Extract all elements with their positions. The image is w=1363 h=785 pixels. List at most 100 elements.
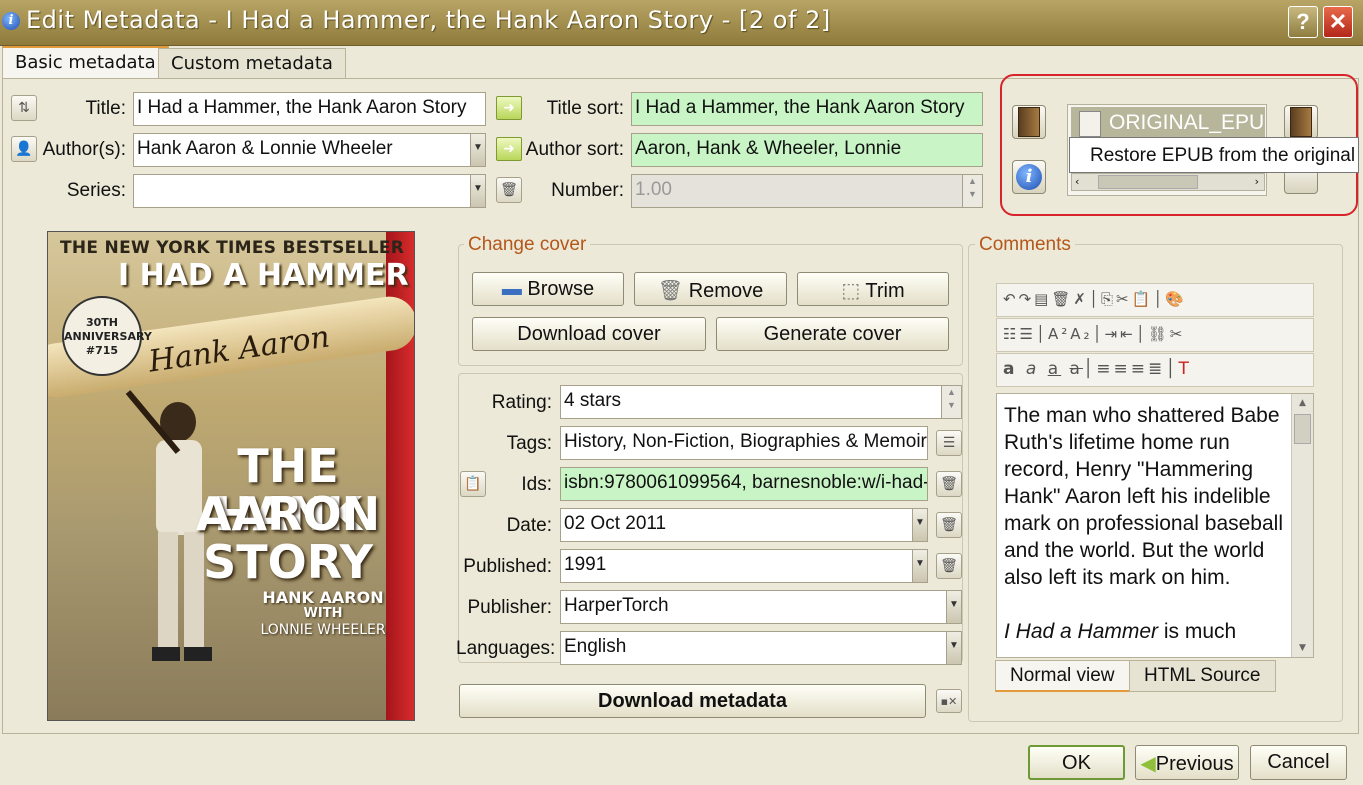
info-app-icon: i — [2, 12, 20, 30]
previous-button[interactable]: ◀Previous — [1135, 745, 1239, 780]
date-label: Date: — [506, 515, 552, 536]
clear-icon[interactable]: 🗑 — [1051, 290, 1073, 308]
trim-cover-button[interactable]: ⬚ Trim — [797, 272, 949, 306]
series-dropdown-icon[interactable]: ▼ — [470, 175, 485, 207]
book-cover-image[interactable]: THE NEW YORK TIMES BESTSELLER I HAD A HA… — [47, 231, 415, 721]
tab-custom-metadata[interactable]: Custom metadata — [158, 48, 346, 80]
numbered-list-icon[interactable]: ☷ — [1003, 325, 1019, 343]
rating-spinbox[interactable]: 4 stars ▲ ▼ — [560, 385, 962, 419]
remove-format-icon[interactable]: ✗ — [1073, 290, 1089, 308]
text-style-icon[interactable]: T — [1178, 359, 1191, 379]
number-spin-arrows-icon[interactable]: ▲ ▼ — [962, 175, 982, 207]
download-metadata-button[interactable]: Download metadata — [459, 684, 926, 718]
insert-link-icon[interactable]: ⛓ — [1148, 325, 1170, 343]
align-left-icon[interactable]: ≡ — [1096, 359, 1113, 379]
format-item-original-epub[interactable]: ORIGINAL_EPUB — [1071, 107, 1265, 141]
clear-date-trash-icon[interactable]: 🗑 — [936, 512, 962, 538]
comments-toolbar-row1[interactable]: ↶↷▤🗑✗│⎘✂📋│🎨 — [996, 283, 1314, 317]
book-icon — [1018, 107, 1040, 137]
align-right-icon[interactable]: ≡ — [1131, 359, 1148, 379]
tag-editor-icon[interactable]: ☰ — [936, 430, 962, 456]
publisher-combo[interactable]: HarperTorch ▼ — [560, 590, 962, 624]
tab-basic-metadata[interactable]: Basic metadata — [2, 46, 169, 80]
set-cover-from-format-button[interactable] — [1012, 105, 1046, 139]
scroll-left-icon[interactable]: ‹ — [1075, 175, 1079, 188]
window-title: Edit Metadata - I Had a Hammer, the Hank… — [26, 6, 831, 34]
languages-dropdown-icon[interactable]: ▼ — [946, 632, 961, 664]
published-dropdown-icon[interactable]: ▼ — [912, 550, 927, 582]
remove-cover-button[interactable]: 🗑 Remove — [634, 272, 787, 306]
author-dropdown-icon[interactable]: ▼ — [470, 134, 485, 166]
scroll-thumb[interactable] — [1098, 175, 1198, 189]
date-dropdown-icon[interactable]: ▼ — [912, 509, 927, 541]
italic-icon[interactable]: a — [1026, 359, 1039, 379]
align-justify-icon[interactable]: ≣ — [1148, 359, 1165, 379]
close-button[interactable]: ✕ — [1323, 6, 1353, 38]
rating-spin-arrows-icon[interactable]: ▲ ▼ — [941, 386, 961, 418]
tab-html-source[interactable]: HTML Source — [1129, 660, 1276, 692]
scroll-up-icon[interactable]: ▲ — [1292, 398, 1313, 408]
remove-link-icon[interactable]: ✂ — [1170, 325, 1186, 343]
bold-icon[interactable]: a — [1003, 359, 1017, 379]
cancel-button[interactable]: Cancel — [1250, 745, 1347, 780]
comments-toolbar-row2[interactable]: ☷☰│A²A₂│⇥⇤│⛓✂ — [996, 318, 1314, 352]
outdent-icon[interactable]: ⇤ — [1120, 325, 1136, 343]
strikethrough-icon[interactable]: a — [1070, 359, 1083, 379]
publisher-dropdown-icon[interactable]: ▼ — [946, 591, 961, 623]
copy-icon[interactable]: ⎘ — [1101, 290, 1116, 308]
author-combo[interactable]: Hank Aaron & Lonnie Wheeler ▼ — [133, 133, 486, 167]
trash-icon: 🗑 — [657, 280, 689, 302]
indent-icon[interactable]: ⇥ — [1105, 325, 1121, 343]
superscript-icon[interactable]: A² — [1048, 325, 1070, 343]
title-bar[interactable]: i Edit Metadata - I Had a Hammer, the Ha… — [0, 0, 1363, 46]
published-edit[interactable]: 1991 ▼ — [560, 549, 928, 583]
formats-hscrollbar[interactable]: ‹ › — [1071, 173, 1265, 191]
undo-icon[interactable]: ↶ — [1003, 290, 1019, 308]
series-number-spinbox[interactable]: 1.00 ▲ ▼ — [631, 174, 983, 208]
tags-input[interactable]: History, Non-Fiction, Biographies & Memo… — [560, 426, 928, 460]
date-edit[interactable]: 02 Oct 2011 ▼ — [560, 508, 928, 542]
configure-download-icon[interactable]: ▪✕ — [936, 689, 962, 713]
ok-button[interactable]: OK — [1028, 745, 1125, 780]
align-center-icon[interactable]: ≡ — [1113, 359, 1130, 379]
comments-text: The man who shattered Babe Ruth's lifeti… — [1004, 404, 1283, 643]
clear-series-trash-icon[interactable]: 🗑 — [496, 177, 522, 203]
title-sort-input[interactable]: I Had a Hammer, the Hank Aaron Story — [631, 92, 983, 126]
color-picker-icon[interactable]: 🎨 — [1165, 290, 1187, 308]
cut-icon[interactable]: ✂ — [1116, 290, 1132, 308]
underline-icon[interactable]: a — [1048, 359, 1061, 379]
generate-cover-button[interactable]: Generate cover — [716, 317, 949, 351]
bullet-list-icon[interactable]: ☰ — [1019, 325, 1035, 343]
clear-ids-trash-icon[interactable]: 🗑 — [936, 471, 962, 497]
redo-icon[interactable]: ↷ — [1019, 290, 1035, 308]
help-button[interactable]: ? — [1288, 6, 1318, 38]
published-value: 1991 — [564, 554, 607, 575]
series-number-value: 1.00 — [635, 179, 672, 200]
swap-title-author-icon[interactable]: ⇅ — [11, 95, 37, 121]
copy-author-to-sort-arrow-icon[interactable]: ➜ — [496, 137, 522, 161]
comments-title: Comments — [975, 234, 1075, 256]
scroll-down-icon[interactable]: ▼ — [1292, 643, 1313, 653]
comments-editor[interactable]: The man who shattered Babe Ruth's lifeti… — [996, 393, 1314, 658]
download-cover-button[interactable]: Download cover — [472, 317, 706, 351]
browse-cover-button[interactable]: ▬ Browse — [472, 272, 624, 306]
comments-toolbar-row3[interactable]: a a a a│≡≡≡≣│T — [996, 353, 1314, 387]
paste-icon[interactable]: 📋 — [1132, 290, 1154, 308]
title-input[interactable]: I Had a Hammer, the Hank Aaron Story — [133, 92, 486, 126]
select-all-icon[interactable]: ▤ — [1034, 290, 1051, 308]
languages-combo[interactable]: English ▼ — [560, 631, 962, 665]
add-format-button[interactable] — [1284, 105, 1318, 139]
copy-title-to-sort-arrow-icon[interactable]: ➜ — [496, 96, 522, 120]
clear-published-trash-icon[interactable]: 🗑 — [936, 553, 962, 579]
manage-authors-icon[interactable]: 👤 — [11, 136, 37, 162]
scroll-thumb[interactable] — [1294, 414, 1311, 444]
scroll-right-icon[interactable]: › — [1255, 175, 1259, 188]
tab-normal-view[interactable]: Normal view — [995, 660, 1130, 692]
subscript-icon[interactable]: A₂ — [1070, 325, 1092, 343]
author-sort-label: Author sort: — [525, 139, 624, 160]
format-info-button[interactable]: i — [1012, 160, 1046, 194]
comments-vscrollbar[interactable]: ▲ ▼ — [1291, 394, 1313, 657]
series-combo[interactable]: ▼ — [133, 174, 486, 208]
ids-input[interactable]: isbn:9780061099564, barnesnoble:w/i-had-… — [560, 467, 928, 501]
author-sort-input[interactable]: Aaron, Hank & Wheeler, Lonnie — [631, 133, 983, 167]
